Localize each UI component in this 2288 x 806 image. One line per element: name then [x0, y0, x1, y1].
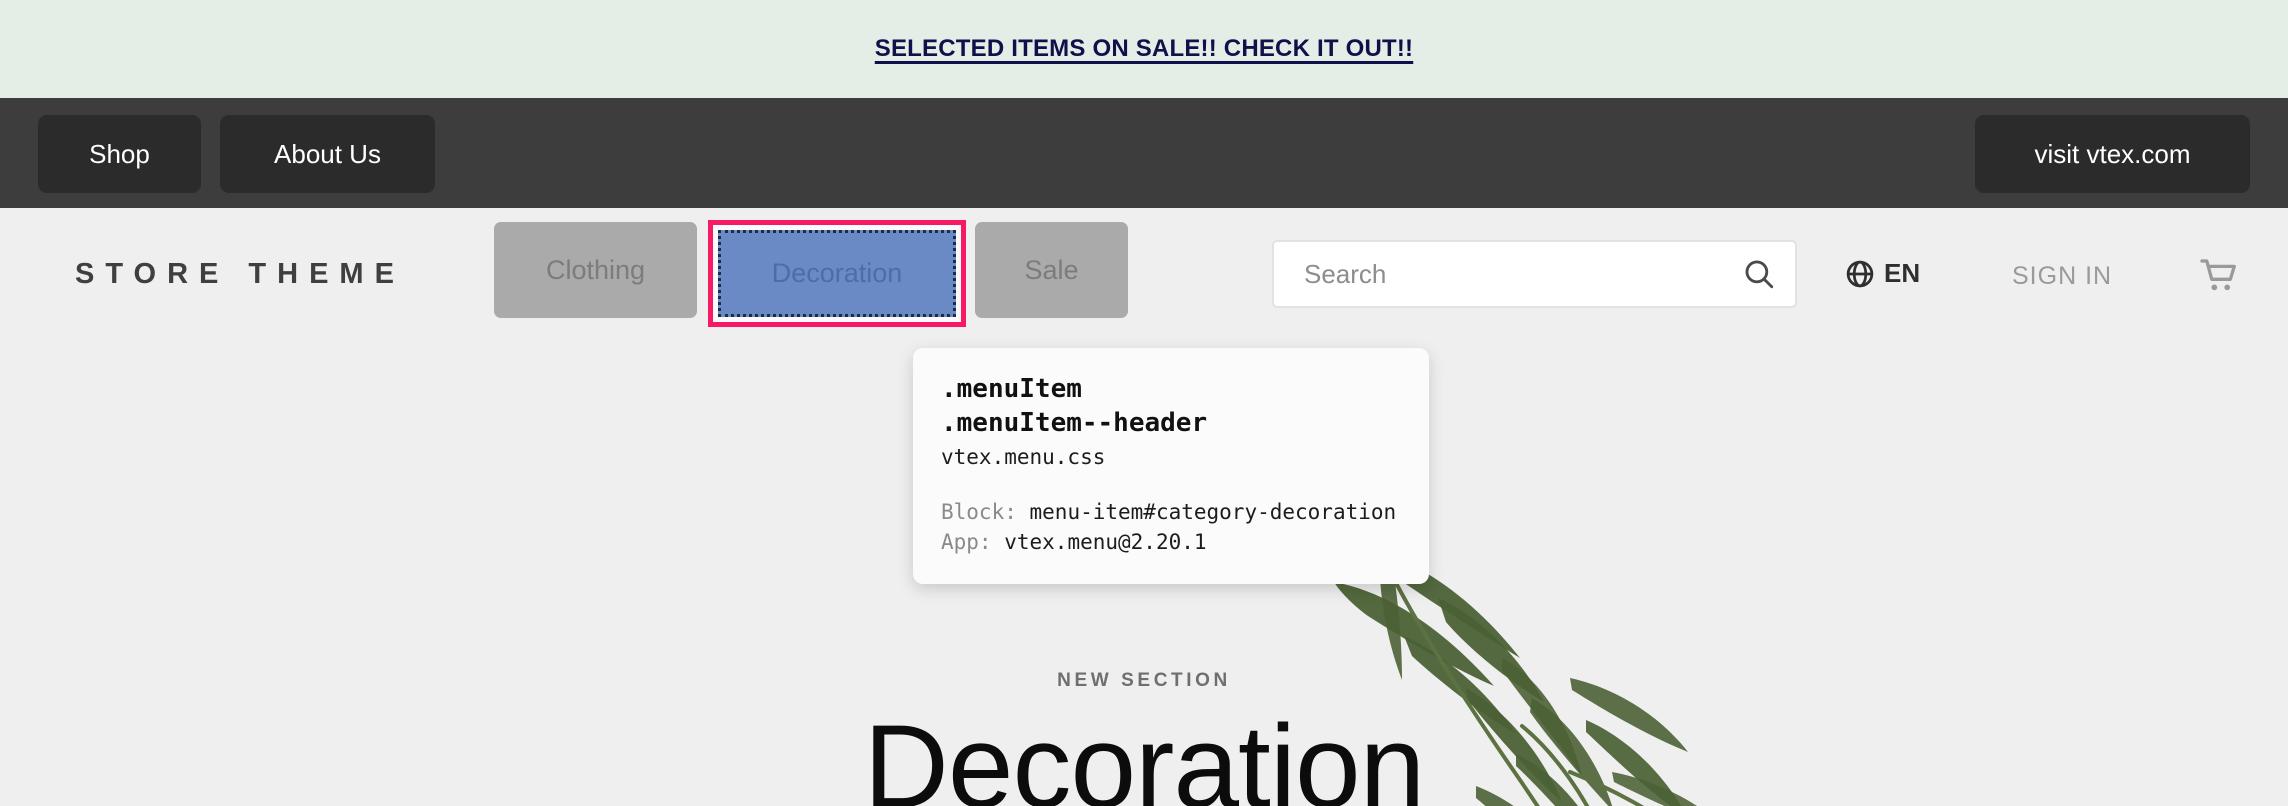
search-box[interactable]: [1272, 240, 1797, 308]
menu-item-clothing-label: Clothing: [545, 254, 646, 285]
inspector-app-row: App: vtex.menu@2.20.1: [941, 527, 1401, 557]
inspector-meta: Block: menu-item#category-decoration App…: [941, 497, 1401, 558]
inspector-app-value: vtex.menu@2.20.1: [1004, 530, 1207, 555]
search-icon: [1745, 260, 1774, 289]
inspector-selector-primary: .menuItem: [941, 374, 1082, 404]
globe-icon: [1846, 260, 1874, 287]
shopping-cart-icon: [2200, 259, 2236, 291]
inspector-block-key: Block:: [941, 499, 1017, 524]
site-header: STORE THEME: [0, 208, 2288, 347]
hero-title: Decoration: [863, 701, 1426, 806]
sign-in-link[interactable]: SIGN IN: [2012, 262, 2112, 291]
menu-item-decoration-label: Decoration: [771, 258, 903, 288]
locale-selector[interactable]: EN: [1845, 258, 1920, 289]
search-input[interactable]: [1274, 242, 1723, 306]
hero-eyebrow: NEW SECTION: [1057, 670, 1231, 691]
locale-label: EN: [1884, 258, 1921, 288]
menu-item-decoration-highlight[interactable]: Decoration: [708, 220, 966, 327]
inspector-block-row: Block: menu-item#category-decoration: [941, 497, 1401, 527]
top-nav-bar: Shop About Us visit vtex.com: [0, 98, 2288, 208]
nav-button-about-us[interactable]: About Us: [220, 115, 435, 193]
promo-banner: SELECTED ITEMS ON SALE!! CHECK IT OUT!!: [0, 0, 2288, 98]
inspector-block-value: menu-item#category-decoration: [1029, 499, 1397, 524]
cart-button[interactable]: [2200, 258, 2240, 299]
nav-button-visit-vtex[interactable]: visit vtex.com: [1975, 115, 2250, 193]
menu-item-decoration[interactable]: Decoration: [718, 230, 956, 317]
search-button[interactable]: [1723, 242, 1795, 306]
inspector-selector-secondary: .menuItem--header: [941, 408, 1208, 439]
menu-item-clothing[interactable]: Clothing: [494, 222, 697, 318]
menu-item-sale[interactable]: Sale: [975, 222, 1128, 318]
inspector-file-name: vtex.menu.css: [941, 444, 1106, 469]
inspector-app-key: App:: [941, 530, 992, 555]
brand-logo[interactable]: STORE THEME: [75, 258, 405, 291]
menu-item-sale-label: Sale: [1024, 254, 1079, 285]
nav-button-shop[interactable]: Shop: [38, 115, 201, 193]
css-inspector-tooltip: .menuItem .menuItem--header vtex.menu.cs…: [913, 348, 1429, 584]
page-root: SELECTED ITEMS ON SALE!! CHECK IT OUT!! …: [0, 0, 2288, 806]
promo-banner-link[interactable]: SELECTED ITEMS ON SALE!! CHECK IT OUT!!: [875, 35, 1413, 63]
